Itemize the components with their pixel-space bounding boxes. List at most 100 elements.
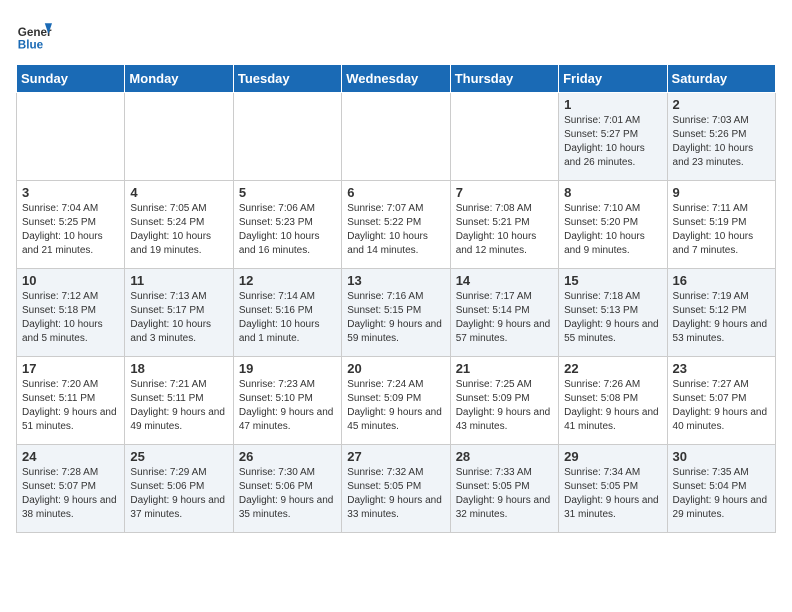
calendar-cell: 3 Sunrise: 7:04 AM Sunset: 5:25 PM Daylig… [17,181,125,269]
calendar-cell [233,93,341,181]
day-info: Sunrise: 7:25 AM Sunset: 5:09 PM Dayligh… [456,378,553,434]
day-number: 30 [673,449,770,464]
day-info: Sunrise: 7:23 AM Sunset: 5:10 PM Dayligh… [239,378,336,434]
day-info: Sunrise: 7:29 AM Sunset: 5:06 PM Dayligh… [130,466,227,522]
day-number: 14 [456,273,553,288]
calendar-week: 1 Sunrise: 7:01 AM Sunset: 5:27 PM Daylig… [17,93,776,181]
calendar-cell: 15 Sunrise: 7:18 AM Sunset: 5:13 PM Dayli… [559,269,667,357]
day-info: Sunrise: 7:08 AM Sunset: 5:21 PM Dayligh… [456,202,553,258]
day-number: 25 [130,449,227,464]
day-number: 5 [239,185,336,200]
calendar-cell [342,93,450,181]
day-number: 11 [130,273,227,288]
calendar-cell: 9Sunrise: 7:11 AM Sunset: 5:19 PM Daylig… [667,181,775,269]
calendar-week: 3 Sunrise: 7:04 AM Sunset: 5:25 PM Daylig… [17,181,776,269]
day-info: Sunrise: 7:14 AM Sunset: 5:16 PM Dayligh… [239,290,336,346]
day-number: 23 [673,361,770,376]
calendar-cell: 10Sunrise: 7:12 AM Sunset: 5:18 PM Dayli… [17,269,125,357]
calendar-cell: 5 Sunrise: 7:06 AM Sunset: 5:23 PM Daylig… [233,181,341,269]
day-number: 29 [564,449,661,464]
day-info: Sunrise: 7:20 AM Sunset: 5:11 PM Dayligh… [22,378,119,434]
page-header: General Blue [16,16,776,52]
day-info: Sunrise: 7:19 AM Sunset: 5:12 PM Dayligh… [673,290,770,346]
calendar-cell: 28 Sunrise: 7:33 AM Sunset: 5:05 PM Dayli… [450,445,558,533]
calendar-cell: 25 Sunrise: 7:29 AM Sunset: 5:06 PM Dayli… [125,445,233,533]
day-info: Sunrise: 7:24 AM Sunset: 5:09 PM Dayligh… [347,378,444,434]
calendar-cell: 16Sunrise: 7:19 AM Sunset: 5:12 PM Dayli… [667,269,775,357]
calendar-cell: 11Sunrise: 7:13 AM Sunset: 5:17 PM Dayli… [125,269,233,357]
day-number: 19 [239,361,336,376]
logo-icon: General Blue [16,16,52,52]
calendar-cell: 29 Sunrise: 7:34 AM Sunset: 5:05 PM Dayli… [559,445,667,533]
logo: General Blue [16,16,52,52]
day-info: Sunrise: 7:18 AM Sunset: 5:13 PM Dayligh… [564,290,661,346]
day-info: Sunrise: 7:35 AM Sunset: 5:04 PM Dayligh… [673,466,770,522]
day-number: 15 [564,273,661,288]
day-info: Sunrise: 7:21 AM Sunset: 5:11 PM Dayligh… [130,378,227,434]
calendar-cell: 6 Sunrise: 7:07 AM Sunset: 5:22 PM Daylig… [342,181,450,269]
calendar-cell: 30 Sunrise: 7:35 AM Sunset: 5:04 PM Dayli… [667,445,775,533]
day-info: Sunrise: 7:26 AM Sunset: 5:08 PM Dayligh… [564,378,661,434]
calendar-cell: 23 Sunrise: 7:27 AM Sunset: 5:07 PM Dayli… [667,357,775,445]
day-number: 3 [22,185,119,200]
day-number: 12 [239,273,336,288]
calendar-cell [17,93,125,181]
calendar-week: 24 Sunrise: 7:28 AM Sunset: 5:07 PM Dayli… [17,445,776,533]
day-info: Sunrise: 7:30 AM Sunset: 5:06 PM Dayligh… [239,466,336,522]
day-number: 26 [239,449,336,464]
day-header-thursday: Thursday [450,65,558,93]
calendar-cell: 12 Sunrise: 7:14 AM Sunset: 5:16 PM Dayli… [233,269,341,357]
calendar-cell: 24 Sunrise: 7:28 AM Sunset: 5:07 PM Dayli… [17,445,125,533]
day-number: 10 [22,273,119,288]
day-info: Sunrise: 7:27 AM Sunset: 5:07 PM Dayligh… [673,378,770,434]
day-number: 18 [130,361,227,376]
day-header-monday: Monday [125,65,233,93]
day-number: 21 [456,361,553,376]
day-info: Sunrise: 7:28 AM Sunset: 5:07 PM Dayligh… [22,466,119,522]
day-header-wednesday: Wednesday [342,65,450,93]
day-header-tuesday: Tuesday [233,65,341,93]
day-info: Sunrise: 7:04 AM Sunset: 5:25 PM Dayligh… [22,202,119,258]
calendar-cell: 13Sunrise: 7:16 AM Sunset: 5:15 PM Dayli… [342,269,450,357]
day-number: 7 [456,185,553,200]
day-header-friday: Friday [559,65,667,93]
day-number: 6 [347,185,444,200]
day-number: 4 [130,185,227,200]
calendar-cell: 27Sunrise: 7:32 AM Sunset: 5:05 PM Dayli… [342,445,450,533]
calendar-cell: 26 Sunrise: 7:30 AM Sunset: 5:06 PM Dayli… [233,445,341,533]
day-number: 22 [564,361,661,376]
svg-text:Blue: Blue [18,38,44,51]
calendar-cell: 22 Sunrise: 7:26 AM Sunset: 5:08 PM Dayli… [559,357,667,445]
calendar-cell: 17Sunrise: 7:20 AM Sunset: 5:11 PM Dayli… [17,357,125,445]
day-header-sunday: Sunday [17,65,125,93]
calendar-cell: 20 Sunrise: 7:24 AM Sunset: 5:09 PM Dayli… [342,357,450,445]
calendar-cell: 4 Sunrise: 7:05 AM Sunset: 5:24 PM Daylig… [125,181,233,269]
day-header-saturday: Saturday [667,65,775,93]
calendar-cell: 2Sunrise: 7:03 AM Sunset: 5:26 PM Daylig… [667,93,775,181]
day-number: 1 [564,97,661,112]
day-number: 24 [22,449,119,464]
calendar-cell: 1 Sunrise: 7:01 AM Sunset: 5:27 PM Daylig… [559,93,667,181]
calendar-cell: 18 Sunrise: 7:21 AM Sunset: 5:11 PM Dayli… [125,357,233,445]
day-number: 20 [347,361,444,376]
day-info: Sunrise: 7:34 AM Sunset: 5:05 PM Dayligh… [564,466,661,522]
calendar-cell: 7 Sunrise: 7:08 AM Sunset: 5:21 PM Daylig… [450,181,558,269]
day-info: Sunrise: 7:01 AM Sunset: 5:27 PM Dayligh… [564,114,661,170]
calendar-cell: 8 Sunrise: 7:10 AM Sunset: 5:20 PM Daylig… [559,181,667,269]
day-info: Sunrise: 7:06 AM Sunset: 5:23 PM Dayligh… [239,202,336,258]
day-info: Sunrise: 7:33 AM Sunset: 5:05 PM Dayligh… [456,466,553,522]
day-number: 8 [564,185,661,200]
calendar-cell: 19 Sunrise: 7:23 AM Sunset: 5:10 PM Dayli… [233,357,341,445]
calendar-cell: 14 Sunrise: 7:17 AM Sunset: 5:14 PM Dayli… [450,269,558,357]
day-info: Sunrise: 7:07 AM Sunset: 5:22 PM Dayligh… [347,202,444,258]
day-info: Sunrise: 7:03 AM Sunset: 5:26 PM Dayligh… [673,114,770,170]
day-info: Sunrise: 7:10 AM Sunset: 5:20 PM Dayligh… [564,202,661,258]
day-number: 13 [347,273,444,288]
day-info: Sunrise: 7:32 AM Sunset: 5:05 PM Dayligh… [347,466,444,522]
calendar-cell [125,93,233,181]
day-info: Sunrise: 7:17 AM Sunset: 5:14 PM Dayligh… [456,290,553,346]
day-info: Sunrise: 7:05 AM Sunset: 5:24 PM Dayligh… [130,202,227,258]
day-number: 28 [456,449,553,464]
calendar-table: SundayMondayTuesdayWednesdayThursdayFrid… [16,64,776,533]
calendar-week: 10Sunrise: 7:12 AM Sunset: 5:18 PM Dayli… [17,269,776,357]
